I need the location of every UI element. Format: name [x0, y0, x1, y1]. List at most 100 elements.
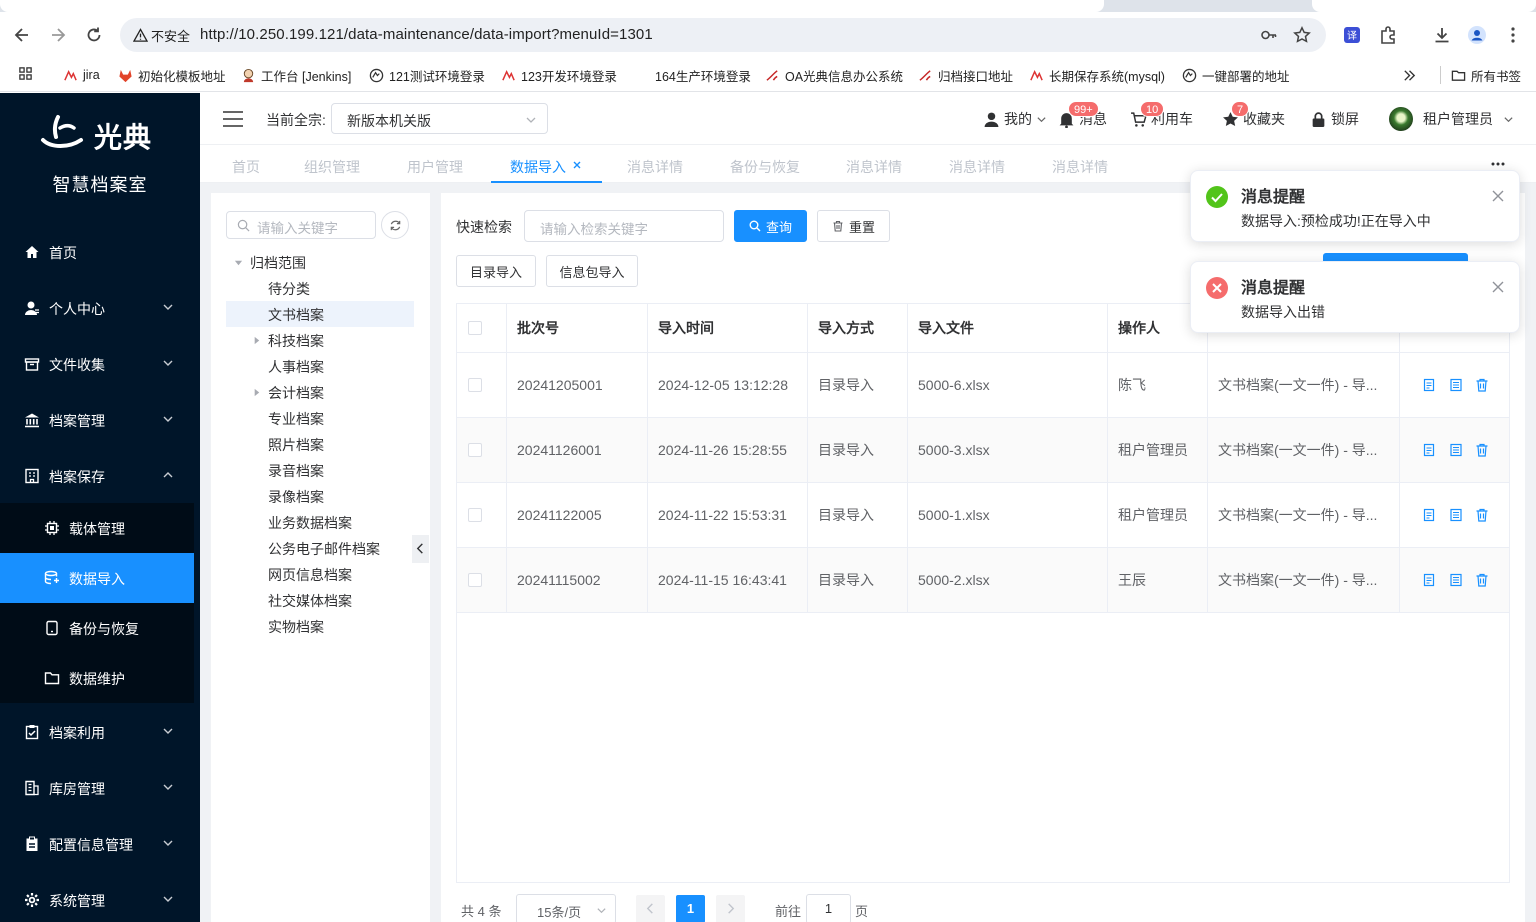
security-indicator[interactable]: 不安全 — [129, 25, 194, 45]
fonds-select[interactable]: 新版本机关版 — [331, 103, 548, 134]
tab-message-detail[interactable]: 消息详情 — [627, 157, 683, 177]
tree-node[interactable]: 公务电子邮件档案 — [226, 535, 411, 561]
view-icon[interactable] — [1422, 573, 1436, 587]
tab-data-import[interactable]: 数据导入 — [510, 157, 566, 177]
document-icon[interactable] — [1449, 443, 1463, 457]
delete-icon[interactable] — [1475, 508, 1489, 522]
tree-node[interactable]: 待分类 — [226, 275, 414, 301]
tree-node[interactable]: 照片档案 — [226, 431, 414, 457]
tree-node[interactable]: 录像档案 — [226, 483, 414, 509]
user-menu[interactable]: 租户管理员 — [1389, 107, 1514, 131]
row-checkbox[interactable] — [468, 378, 482, 392]
tree-node[interactable]: 科技档案 — [226, 327, 414, 353]
close-icon[interactable] — [1492, 281, 1504, 293]
tab-backup-restore[interactable]: 备份与恢复 — [730, 157, 800, 177]
sidebar-subitem-backup-restore[interactable]: 备份与恢复 — [0, 603, 194, 653]
sidebar-item-archive-preservation[interactable]: 档案保存 — [0, 448, 200, 504]
goto-page-input[interactable]: 1 — [806, 894, 851, 922]
close-icon[interactable] — [570, 158, 584, 172]
sidebar-item-personal-center[interactable]: 个人中心 — [0, 280, 200, 336]
next-page-button[interactable] — [716, 895, 745, 922]
package-import-button[interactable]: 信息包导入 — [546, 255, 638, 287]
tree-node-selected[interactable]: 文书档案 — [226, 301, 414, 327]
bookmark-121[interactable]: 121测试环境登录 — [369, 66, 485, 84]
table-row[interactable]: 20241122005 2024-11-22 15:53:31 目录导入 500… — [457, 483, 1509, 548]
browser-tab[interactable] — [0, 0, 1104, 12]
bookmark-long-term[interactable]: 长期保存系统(mysql) — [1029, 66, 1165, 84]
tree-node[interactable]: 社交媒体档案 — [226, 587, 414, 613]
sidebar-item-warehouse-management[interactable]: 库房管理 — [0, 760, 200, 816]
star-icon[interactable] — [1293, 26, 1311, 44]
select-all-checkbox[interactable] — [468, 321, 482, 335]
prev-page-button[interactable] — [636, 895, 665, 922]
tree-node[interactable]: 业务数据档案 — [226, 509, 414, 535]
delete-icon[interactable] — [1475, 573, 1489, 587]
sidebar-subitem-data-maintenance[interactable]: 数据维护 — [0, 653, 194, 703]
document-icon[interactable] — [1449, 378, 1463, 392]
sidebar-item-config-management[interactable]: 配置信息管理 — [0, 816, 200, 872]
quick-search-input[interactable]: 请输入检索关键字 — [524, 210, 724, 242]
key-icon[interactable] — [1260, 26, 1278, 44]
tab-message-detail[interactable]: 消息详情 — [846, 157, 902, 177]
hamburger-menu-icon[interactable] — [222, 110, 244, 128]
reset-button[interactable]: 重置 — [817, 210, 890, 242]
sidebar-item-file-collection[interactable]: 文件收集 — [0, 336, 200, 392]
delete-icon[interactable] — [1475, 443, 1489, 457]
messages-button[interactable]: 消息 99+ — [1058, 101, 1107, 129]
address-bar[interactable]: 不安全 http://10.250.199.121/data-maintenan… — [120, 18, 1326, 52]
row-checkbox[interactable] — [468, 443, 482, 457]
toolbar-button-obscured[interactable] — [1323, 253, 1468, 261]
row-checkbox[interactable] — [468, 508, 482, 522]
tab-org-management[interactable]: 组织管理 — [304, 157, 360, 177]
sidebar-item-archive-utilization[interactable]: 档案利用 — [0, 704, 200, 760]
table-row[interactable]: 20241115002 2024-11-15 16:43:41 目录导入 500… — [457, 548, 1509, 613]
bookmark-164[interactable]: 164生产环境登录 — [655, 66, 751, 84]
table-row[interactable]: 20241205001 2024-12-05 13:12:28 目录导入 500… — [457, 353, 1509, 418]
row-checkbox[interactable] — [468, 573, 482, 587]
kebab-menu-icon[interactable] — [1503, 25, 1523, 45]
page-number-current[interactable]: 1 — [676, 895, 705, 922]
bookmark-archive-api[interactable]: 归档接口地址 — [918, 66, 1013, 84]
sidebar-item-archive-management[interactable]: 档案管理 — [0, 392, 200, 448]
cart-button[interactable]: 利用车 10 — [1130, 101, 1193, 129]
bookmark-jira[interactable]: jira — [63, 66, 100, 84]
collapse-tree-button[interactable] — [412, 535, 429, 563]
bookmark-123[interactable]: 123开发环境登录 — [501, 66, 617, 84]
document-icon[interactable] — [1449, 573, 1463, 587]
chevron-double-right-icon[interactable] — [1402, 66, 1417, 84]
favorites-button[interactable]: 收藏夹 7 — [1222, 101, 1285, 129]
sidebar-subitem-data-import[interactable]: 数据导入 — [0, 553, 194, 603]
tree-node[interactable]: 专业档案 — [226, 405, 414, 431]
tree-node[interactable]: 人事档案 — [226, 353, 414, 379]
forward-icon[interactable] — [48, 25, 68, 45]
view-icon[interactable] — [1422, 443, 1436, 457]
all-bookmarks[interactable]: 所有书签 — [1440, 66, 1521, 84]
reload-icon[interactable] — [84, 25, 104, 45]
tree-node[interactable]: 实物档案 — [226, 613, 414, 639]
tree-node-root[interactable]: 归档范围 — [226, 249, 414, 275]
bookmark-deploy[interactable]: 一键部署的地址 — [1182, 66, 1290, 84]
table-row[interactable]: 20241126001 2024-11-26 15:28:55 目录导入 500… — [457, 418, 1509, 483]
extension-translate-icon[interactable]: 译 — [1342, 25, 1362, 45]
view-icon[interactable] — [1422, 508, 1436, 522]
sidebar-item-home[interactable]: 首页 — [0, 224, 200, 280]
mine-menu[interactable]: 我的 — [983, 109, 1047, 129]
download-icon[interactable] — [1432, 25, 1452, 45]
document-icon[interactable] — [1449, 508, 1463, 522]
apps-icon[interactable] — [18, 66, 33, 84]
tree-search-input[interactable]: 请输入关键字 — [226, 211, 376, 239]
tab-message-detail[interactable]: 消息详情 — [1052, 157, 1108, 177]
tab-message-detail[interactable]: 消息详情 — [949, 157, 1005, 177]
browser-tab[interactable] — [1312, 0, 1536, 12]
url-text[interactable]: http://10.250.199.121/data-maintenance/d… — [200, 26, 653, 43]
sidebar-item-system-management[interactable]: 系统管理 — [0, 872, 200, 922]
extensions-icon[interactable] — [1378, 25, 1398, 45]
catalog-import-button[interactable]: 目录导入 — [456, 255, 536, 287]
query-button[interactable]: 查询 — [734, 210, 807, 242]
back-icon[interactable] — [12, 25, 32, 45]
lock-screen-button[interactable]: 锁屏 — [1310, 109, 1359, 129]
tree-refresh-button[interactable] — [381, 211, 409, 239]
delete-icon[interactable] — [1475, 378, 1489, 392]
sidebar-subitem-carrier-management[interactable]: 载体管理 — [0, 503, 194, 553]
tree-node[interactable]: 网页信息档案 — [226, 561, 414, 587]
